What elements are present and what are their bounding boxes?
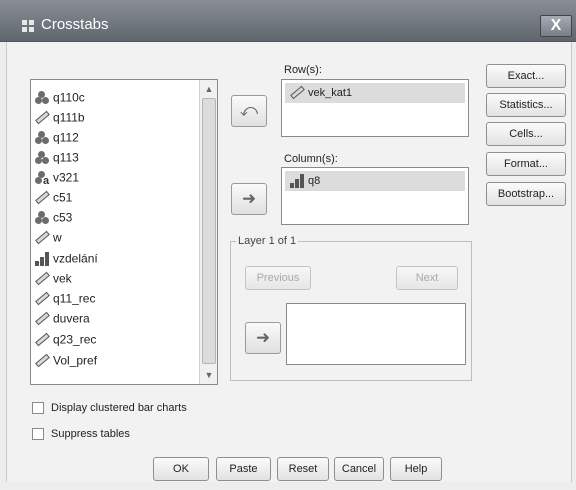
statistics-button[interactable]: Statistics... xyxy=(486,93,566,117)
variable-item-q111b[interactable]: q111b xyxy=(34,108,204,127)
rows-list[interactable]: vek_kat1 xyxy=(281,79,469,137)
columns-item[interactable]: q8 xyxy=(285,171,465,191)
variable-item-c51[interactable]: c51 xyxy=(34,188,204,207)
nominal-icon xyxy=(34,90,50,105)
scale-icon xyxy=(34,311,50,326)
variable-item-q110c[interactable]: q110c xyxy=(34,88,204,107)
scale-icon xyxy=(289,85,305,100)
scale-icon xyxy=(34,230,50,245)
nominal-icon xyxy=(34,150,50,165)
scale-icon xyxy=(34,353,50,368)
paste-button[interactable]: Paste xyxy=(216,457,271,481)
variable-item-vek[interactable]: vek xyxy=(34,269,204,288)
reset-button[interactable]: Reset xyxy=(277,457,329,481)
cancel-button[interactable]: Cancel xyxy=(334,457,384,481)
move-to-columns-button[interactable]: ➜ xyxy=(231,183,267,215)
scroll-up-icon[interactable]: ▲ xyxy=(202,82,216,96)
bootstrap-button[interactable]: Bootstrap... xyxy=(486,182,566,206)
layer-label: Layer 1 of 1 xyxy=(236,235,299,247)
columns-label: Column(s): xyxy=(284,153,338,165)
next-layer-button[interactable]: Next xyxy=(396,266,458,290)
exact-button[interactable]: Exact... xyxy=(486,64,566,88)
scale-icon xyxy=(34,110,50,125)
scrollbar-thumb[interactable] xyxy=(202,98,216,364)
crosstabs-icon xyxy=(22,20,34,32)
variable-item-v321[interactable]: a v321 xyxy=(34,168,204,187)
arrow-right-icon: ➜ xyxy=(255,328,271,347)
ordinal-icon xyxy=(289,174,305,189)
help-button[interactable]: Help xyxy=(390,457,442,481)
clustered-bar-option[interactable]: Display clustered bar charts xyxy=(32,400,187,416)
variable-item-q11-rec[interactable]: q11_rec xyxy=(34,289,204,308)
rows-item[interactable]: vek_kat1 xyxy=(285,83,465,103)
nominal-string-icon: a xyxy=(34,170,50,187)
scroll-down-icon[interactable]: ▼ xyxy=(202,368,216,382)
scale-icon xyxy=(34,271,50,286)
ok-button[interactable]: OK xyxy=(153,457,209,481)
variable-list-scrollbar[interactable]: ▲ ▼ xyxy=(199,80,217,384)
suppress-tables-checkbox[interactable] xyxy=(32,428,44,441)
columns-list[interactable]: q8 xyxy=(281,167,469,225)
cells-button[interactable]: Cells... xyxy=(486,122,566,146)
scale-icon xyxy=(34,190,50,205)
move-to-rows-button[interactable]: ⤺ xyxy=(231,95,267,127)
variable-item-q113[interactable]: q113 xyxy=(34,148,204,167)
scale-icon xyxy=(34,332,50,347)
previous-layer-button[interactable]: Previous xyxy=(245,266,311,290)
variable-item-w[interactable]: w xyxy=(34,228,204,247)
suppress-tables-option[interactable]: Suppress tables xyxy=(32,426,130,442)
ordinal-icon xyxy=(34,251,50,266)
nominal-icon xyxy=(34,210,50,225)
variable-item-q112[interactable]: q112 xyxy=(34,128,204,147)
move-to-layer-button[interactable]: ➜ xyxy=(245,322,281,354)
layer-list[interactable] xyxy=(286,303,466,365)
clustered-bar-checkbox[interactable] xyxy=(32,402,44,415)
arrow-right-icon: ➜ xyxy=(241,189,257,208)
variable-item-duvera[interactable]: duvera xyxy=(34,309,204,328)
nominal-icon xyxy=(34,130,50,145)
partial-item-icon xyxy=(34,80,54,82)
format-button[interactable]: Format... xyxy=(486,152,566,176)
variable-item-vzdelani[interactable]: vzdelání xyxy=(34,249,204,268)
arrow-left-icon: ⤺ xyxy=(239,101,259,120)
variable-item-vol-pref[interactable]: Vol_pref xyxy=(34,351,204,370)
variable-list[interactable]: q110c q111b q112 q113 a v321 c51 c53 w vz… xyxy=(30,79,218,385)
variable-item-c53[interactable]: c53 xyxy=(34,208,204,227)
window-title: Crosstabs xyxy=(41,16,109,33)
rows-label: Row(s): xyxy=(284,64,322,76)
scale-icon xyxy=(34,291,50,306)
variable-item-q23-rec[interactable]: q23_rec xyxy=(34,330,204,349)
close-button[interactable]: X xyxy=(540,15,572,37)
